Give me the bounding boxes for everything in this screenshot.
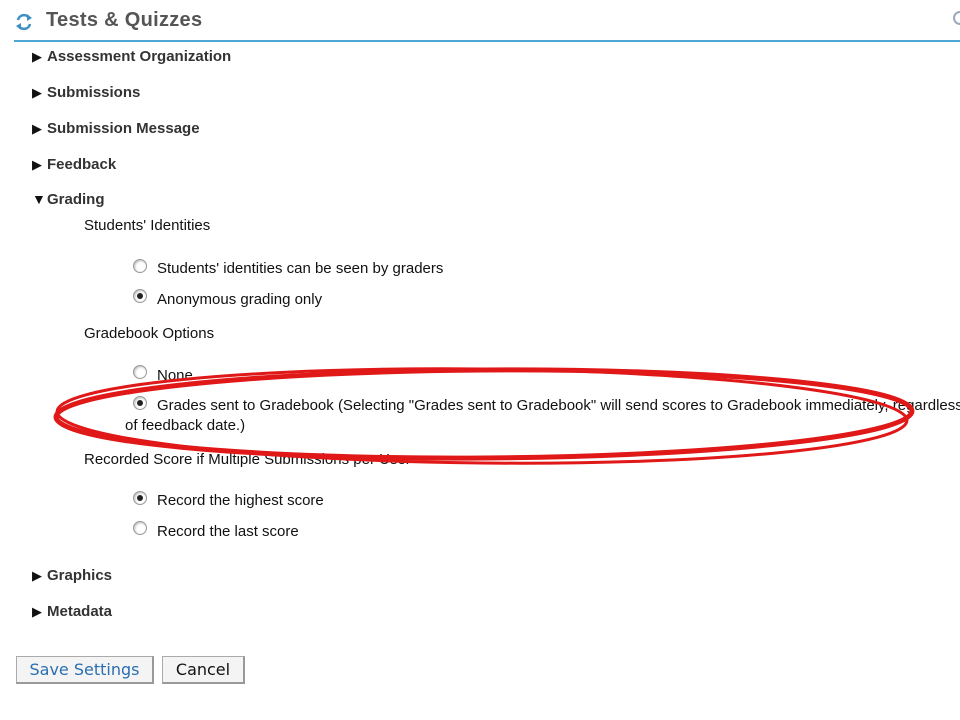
anonymous-grading-radio[interactable] (133, 289, 147, 303)
record-highest-radio[interactable] (133, 491, 147, 505)
section-assessment-organization[interactable]: ▶ Assessment Organization (32, 48, 231, 65)
identities-visible-label: Students' identities can be seen by grad… (157, 260, 444, 277)
collapse-triangle-icon: ▼ (32, 191, 46, 207)
section-label: Submission Message (47, 120, 200, 137)
expand-triangle-icon: ▶ (32, 604, 42, 619)
section-submission-message[interactable]: ▶ Submission Message (32, 120, 200, 137)
gradebook-none-radio[interactable] (133, 365, 147, 379)
header-divider (14, 40, 960, 42)
expand-triangle-icon: ▶ (32, 49, 42, 64)
identities-group-label: Students' Identities (84, 217, 211, 234)
section-grading[interactable]: ▼Grading (32, 191, 105, 208)
section-label: Grading (47, 191, 105, 208)
highlight-annotation-oval (53, 367, 915, 465)
gradebook-send-label: Grades sent to Gradebook (Selecting "Gra… (125, 397, 960, 434)
section-submissions[interactable]: ▶ Submissions (32, 84, 140, 101)
refresh-arrows-icon[interactable] (14, 12, 34, 32)
expand-triangle-icon: ▶ (32, 85, 42, 100)
help-icon[interactable] (953, 11, 960, 25)
section-feedback[interactable]: ▶ Feedback (32, 156, 116, 173)
expand-triangle-icon: ▶ (32, 157, 42, 172)
section-label: Metadata (47, 603, 113, 620)
page-title: Tests & Quizzes (46, 9, 203, 31)
section-metadata[interactable]: ▶ Metadata (32, 603, 112, 620)
anonymous-grading-label: Anonymous grading only (157, 291, 323, 308)
gradebook-group-label: Gradebook Options (84, 325, 215, 342)
section-label: Feedback (47, 156, 117, 173)
tool-header: Tests & Quizzes (0, 0, 960, 42)
expand-triangle-icon: ▶ (32, 121, 42, 136)
identities-visible-radio[interactable] (133, 259, 147, 273)
recorded-score-group-label: Recorded Score if Multiple Submissions p… (84, 451, 411, 468)
record-highest-label: Record the highest score (157, 492, 324, 509)
record-last-radio[interactable] (133, 521, 147, 535)
section-graphics[interactable]: ▶ Graphics (32, 567, 112, 584)
cancel-button[interactable]: Cancel (162, 656, 245, 684)
section-label: Assessment Organization (47, 48, 232, 65)
section-label: Submissions (47, 84, 141, 101)
section-label: Graphics (47, 567, 113, 584)
record-last-label: Record the last score (157, 523, 299, 540)
expand-triangle-icon: ▶ (32, 568, 42, 583)
save-settings-button[interactable]: Save Settings (16, 656, 154, 684)
gradebook-none-label: None (157, 367, 193, 384)
